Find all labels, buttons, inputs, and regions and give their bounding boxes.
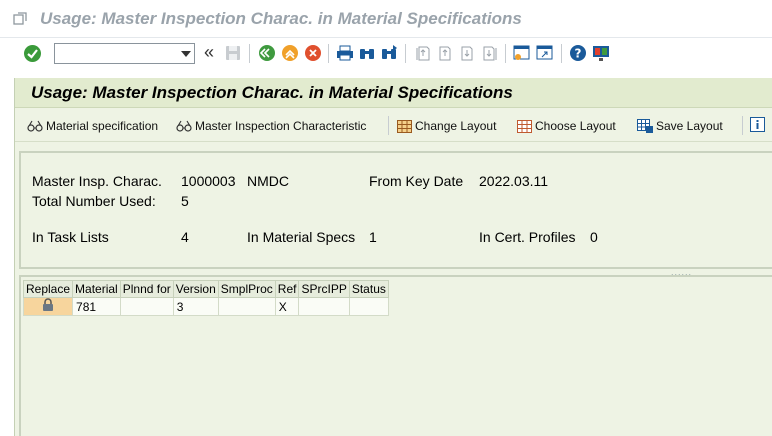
customize-layout-icon[interactable] xyxy=(592,44,610,62)
save-layout-button[interactable]: Save Layout xyxy=(637,117,723,135)
menu-icon[interactable] xyxy=(13,12,27,25)
column-header-planned-for[interactable]: Plnnd for xyxy=(119,280,174,298)
column-header-sample-procedure[interactable]: SmplProc xyxy=(217,280,276,298)
window-title: Usage: Master Inspection Charac. in Mate… xyxy=(40,9,522,28)
toolbar-separator xyxy=(561,44,562,63)
task-lists-value: 4 xyxy=(181,229,189,245)
material-specs-value: 1 xyxy=(369,229,377,245)
key-date-value: 2022.03.11 xyxy=(479,173,549,189)
total-used-label: Total Number Used: xyxy=(32,193,156,209)
column-header-replace[interactable]: Replace xyxy=(22,280,74,298)
command-field[interactable] xyxy=(54,43,195,64)
choose-layout-icon xyxy=(517,119,532,133)
previous-page-icon[interactable] xyxy=(436,44,454,62)
find-icon[interactable] xyxy=(358,44,376,62)
glasses-icon xyxy=(176,120,192,132)
enter-icon[interactable] xyxy=(24,45,41,62)
planned-for-cell[interactable] xyxy=(119,297,174,316)
chevron-down-icon[interactable] xyxy=(181,51,191,57)
usage-grid-area: Replace Material Plnnd for Version SmplP… xyxy=(19,275,772,436)
cancel-icon[interactable] xyxy=(304,44,322,62)
column-header-material[interactable]: Material xyxy=(72,280,121,298)
toolbar-separator xyxy=(249,44,250,63)
column-header-sprcipp[interactable]: SPrcIPP xyxy=(298,280,350,298)
last-page-icon[interactable] xyxy=(480,44,498,62)
material-specification-button[interactable]: Material specification xyxy=(27,117,158,135)
print-icon[interactable] xyxy=(336,44,354,62)
sample-procedure-cell[interactable] xyxy=(217,297,276,316)
table-row[interactable]: 781 3 X xyxy=(22,297,389,316)
table-header-row: Replace Material Plnnd for Version SmplP… xyxy=(22,280,389,298)
toolbar-separator xyxy=(742,116,743,135)
save-icon[interactable] xyxy=(224,44,242,62)
shortcut-icon[interactable] xyxy=(536,44,554,62)
total-used-value: 5 xyxy=(181,193,189,209)
column-header-status[interactable]: Status xyxy=(348,280,389,298)
usage-summary-panel: Master Insp. Charac. 1000003 NMDC From K… xyxy=(19,151,772,269)
save-layout-label: Save Layout xyxy=(656,119,723,133)
change-layout-button[interactable]: Change Layout xyxy=(397,117,496,135)
back-icon[interactable] xyxy=(258,44,276,62)
command-input[interactable] xyxy=(55,44,175,63)
material-cell[interactable]: 781 xyxy=(72,297,121,316)
toolbar-separator xyxy=(388,116,389,135)
exit-icon[interactable] xyxy=(281,44,299,62)
material-specification-label: Material specification xyxy=(46,119,159,133)
mic-value: 1000003 xyxy=(181,173,236,189)
save-layout-icon xyxy=(637,119,653,133)
column-header-version[interactable]: Version xyxy=(172,280,219,298)
screen-header: Usage: Master Inspection Charac. in Mate… xyxy=(15,78,772,108)
usage-table: Replace Material Plnnd for Version SmplP… xyxy=(22,280,389,316)
svg-text:?: ? xyxy=(575,47,582,61)
key-date-label: From Key Date xyxy=(369,173,464,189)
version-cell[interactable]: 3 xyxy=(172,297,219,316)
first-page-icon[interactable] xyxy=(414,44,432,62)
choose-layout-button[interactable]: Choose Layout xyxy=(517,117,616,135)
help-icon[interactable]: ? xyxy=(569,44,587,62)
ref-cell[interactable]: X xyxy=(274,297,300,316)
replace-cell[interactable] xyxy=(22,297,74,316)
info-icon[interactable] xyxy=(750,117,765,132)
master-inspection-characteristic-button[interactable]: Master Inspection Characteristic xyxy=(176,117,366,135)
toolbar-separator xyxy=(405,44,406,63)
mic-plant: NMDC xyxy=(247,173,289,189)
cert-profiles-label: In Cert. Profiles xyxy=(479,229,576,245)
master-inspection-characteristic-label: Master Inspection Characteristic xyxy=(195,119,367,133)
change-layout-label: Change Layout xyxy=(415,119,497,133)
mic-label: Master Insp. Charac. xyxy=(32,173,162,189)
sprcipp-cell[interactable] xyxy=(298,297,350,316)
standard-toolbar: « ? xyxy=(0,39,772,69)
choose-layout-label: Choose Layout xyxy=(535,119,616,133)
find-next-icon[interactable] xyxy=(380,44,398,62)
cert-profiles-value: 0 xyxy=(590,229,598,245)
title-bar: Usage: Master Inspection Charac. in Mate… xyxy=(0,0,772,38)
sap-window: Usage: Master Inspection Charac. in Mate… xyxy=(0,0,772,436)
application-toolbar: Material specification Master Inspection… xyxy=(15,109,772,142)
column-header-ref[interactable]: Ref xyxy=(274,280,300,298)
toolbar-separator xyxy=(505,44,506,63)
status-cell[interactable] xyxy=(348,297,389,316)
next-page-icon[interactable] xyxy=(458,44,476,62)
page-title: Usage: Master Inspection Charac. in Mate… xyxy=(31,83,513,102)
task-lists-label: In Task Lists xyxy=(32,229,109,245)
toolbar-separator xyxy=(328,44,329,63)
table-layout-icon xyxy=(397,119,412,133)
main-screen: Usage: Master Inspection Charac. in Mate… xyxy=(14,78,772,436)
create-session-icon[interactable] xyxy=(513,44,531,62)
lock-icon[interactable] xyxy=(41,298,55,312)
collapse-chevron-icon[interactable]: « xyxy=(204,42,214,63)
glasses-icon xyxy=(27,120,43,132)
material-specs-label: In Material Specs xyxy=(247,229,356,245)
